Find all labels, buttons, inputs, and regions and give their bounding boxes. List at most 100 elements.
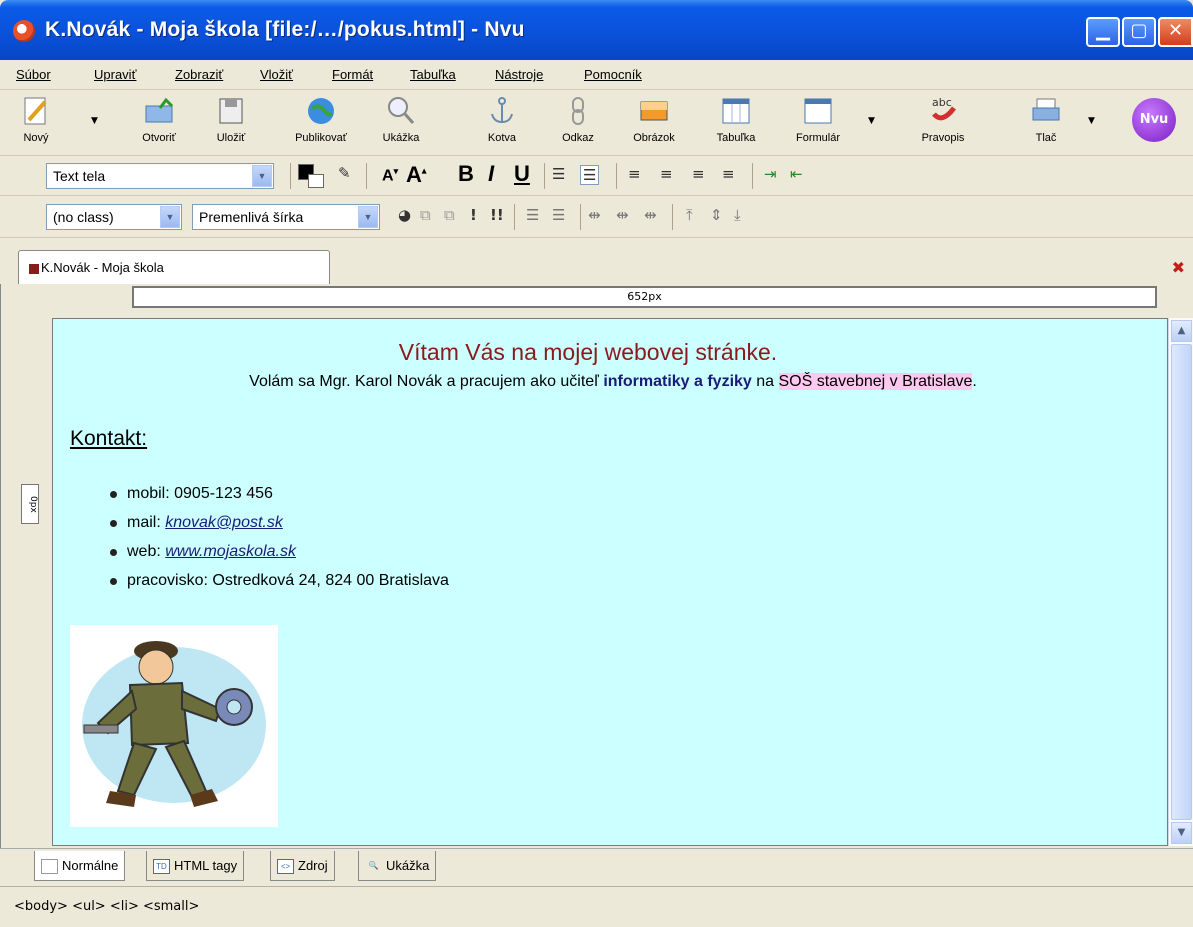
intro-subjects: informatiky a fyziky [603, 373, 752, 390]
font-larger-button[interactable]: A▴ [406, 162, 426, 188]
width-ruler-label: 652px [627, 290, 662, 303]
scrollbar-thumb[interactable] [1171, 344, 1192, 820]
scroll-up-button[interactable]: ▲ [1171, 320, 1192, 342]
menu-format[interactable]: Formát [332, 67, 373, 82]
line-height-icon[interactable]: ☰ [526, 206, 539, 224]
tab-normal[interactable]: Normálne [34, 851, 126, 881]
anchor-button[interactable]: Kotva [482, 94, 522, 152]
valign-bottom-icon[interactable]: ⤓ [734, 206, 741, 224]
contact-mail-label: mail: [127, 514, 166, 531]
menu-tools[interactable]: Nástroje [495, 67, 543, 82]
new-dropdown-icon[interactable]: ▼ [91, 116, 98, 126]
tab-source[interactable]: <> Zdroj [270, 851, 335, 881]
margin-right-icon[interactable]: ⇹ [644, 206, 657, 224]
font-select[interactable]: Premenlivá šírka ▼ [192, 204, 380, 230]
numbered-list-icon[interactable]: ☰ [552, 165, 565, 183]
intro-text: . [972, 373, 977, 390]
very-important-icon[interactable]: !! [490, 206, 504, 224]
bold-button[interactable]: B [458, 161, 474, 187]
print-button[interactable]: Tlač [1026, 94, 1066, 152]
nvu-app-icon[interactable] [13, 20, 35, 42]
preview-button[interactable]: Ukážka [378, 94, 424, 152]
anchor-icon [491, 97, 513, 124]
abs-position-icon[interactable]: ◕ [398, 206, 411, 224]
paragraph-style-select[interactable]: Text tela ▼ [46, 163, 274, 189]
valign-top-icon[interactable]: ⤒ [686, 206, 693, 224]
margin-left-icon[interactable]: ⇹ [588, 206, 601, 224]
menu-view[interactable]: Zobraziť [175, 67, 223, 82]
table-button[interactable]: Tabuľka [708, 94, 764, 152]
anchor-label: Kotva [487, 132, 517, 144]
list-item: pracovisko: Ostredková 24, 824 00 Bratis… [103, 572, 449, 601]
save-button[interactable]: Uložiť [208, 94, 254, 152]
link-button[interactable]: Odkaz [558, 94, 598, 152]
vertical-scrollbar[interactable]: ▲ ▼ [1168, 318, 1193, 846]
valign-middle-icon[interactable]: ⇕ [710, 206, 723, 224]
form-dropdown-icon[interactable]: ▼ [868, 116, 875, 126]
close-button[interactable]: ✕ [1158, 17, 1193, 47]
menu-edit[interactable]: Upraviť [94, 67, 136, 82]
spell-button[interactable]: abc Pravopis [912, 94, 974, 152]
edit-mode-tabs: Normálne TD HTML tagy <> Zdroj 🔍 Ukážka [0, 848, 1193, 884]
tab-html-tags[interactable]: TD HTML tagy [146, 851, 245, 881]
class-select[interactable]: (no class) ▼ [46, 204, 182, 230]
italic-button[interactable]: I [488, 161, 494, 187]
intro-school: SOŠ stavebnej v Bratislave [778, 373, 973, 390]
chevron-down-icon: ▼ [358, 206, 378, 228]
highlight-icon[interactable]: ✎ [338, 164, 351, 182]
align-left-icon[interactable]: ≡ [628, 165, 641, 183]
new-button[interactable]: Nový [18, 94, 54, 152]
form-button[interactable]: Formulár [788, 94, 848, 152]
background-color-button[interactable] [308, 174, 324, 188]
tab-preview[interactable]: 🔍 Ukážka [358, 851, 437, 881]
tab-document[interactable]: K.Novák - Moja škola [18, 250, 330, 284]
editor-canvas[interactable]: Vítam Vás na mojej webovej stránke. Volá… [52, 318, 1168, 846]
title-bar[interactable]: K.Novák - Moja škola [file:/…/pokus.html… [0, 0, 1193, 60]
print-label: Tlač [1035, 132, 1057, 144]
close-tab-icon[interactable]: ✖ [1172, 258, 1185, 277]
close-icon: ✕ [1167, 20, 1184, 41]
magnifier-icon [388, 97, 415, 124]
open-button[interactable]: Otvoriť [134, 94, 184, 152]
scroll-down-button[interactable]: ▼ [1171, 822, 1192, 844]
layer-down-icon[interactable]: ⧉ [444, 206, 455, 224]
menu-help[interactable]: Pomocník [584, 67, 642, 82]
menu-file[interactable]: Súbor [16, 67, 51, 82]
maximize-icon: ▢ [1130, 20, 1148, 41]
minimize-button[interactable]: ▁ [1086, 17, 1120, 47]
align-justify-icon[interactable]: ≡ [722, 165, 735, 183]
tag-path-breadcrumb[interactable]: <body> <ul> <li> <small> [14, 899, 199, 914]
mechanic-clipart-image[interactable] [70, 625, 278, 827]
preview-label: Ukážka [382, 132, 420, 144]
maximize-button[interactable]: ▢ [1122, 17, 1156, 47]
format-toolbar-2: (no class) ▼ Premenlivá šírka ▼ ◕ ⧉ ⧉ ! … [0, 196, 1193, 238]
important-icon[interactable]: ! [470, 206, 477, 224]
align-right-icon[interactable]: ≡ [692, 165, 705, 183]
layer-up-icon[interactable]: ⧉ [420, 206, 431, 224]
bulleted-list-icon[interactable]: ☰ [580, 165, 600, 185]
spellcheck-badge-text: abc [932, 96, 952, 109]
font-smaller-button[interactable]: A▾ [382, 166, 398, 185]
image-button[interactable]: Obrázok [626, 94, 682, 152]
width-ruler: 652px [132, 286, 1157, 308]
paragraph-spacing-icon[interactable]: ☰ [552, 206, 565, 224]
underline-button[interactable]: U [514, 161, 530, 187]
page-heading: Vítam Vás na mojej webovej stránke. [398, 339, 778, 365]
indent-icon[interactable]: ⇥ [764, 165, 777, 183]
web-link[interactable]: www.mojaskola.sk [165, 543, 296, 560]
toolbar-divider [366, 163, 367, 189]
outdent-icon[interactable]: ⇤ [790, 165, 803, 183]
menu-table[interactable]: Tabuľka [410, 67, 456, 82]
align-center-icon[interactable]: ≡ [660, 165, 673, 183]
magnifier-icon: 🔍 [368, 861, 379, 871]
menu-bar: Súbor Upraviť Zobraziť Vložiť Formát Tab… [0, 60, 1193, 90]
chain-link-icon [572, 97, 584, 125]
publish-button[interactable]: Publikovať [284, 94, 358, 152]
margin-center-icon[interactable]: ⇹ [616, 206, 629, 224]
menu-insert[interactable]: Vložiť [260, 67, 293, 82]
print-dropdown-icon[interactable]: ▼ [1088, 116, 1095, 126]
chevron-down-icon: ▼ [252, 165, 272, 187]
email-link[interactable]: knovak@post.sk [165, 514, 283, 531]
height-ruler-label: 0px [28, 495, 38, 513]
status-bar: <body> <ul> <li> <small> [0, 886, 1193, 927]
